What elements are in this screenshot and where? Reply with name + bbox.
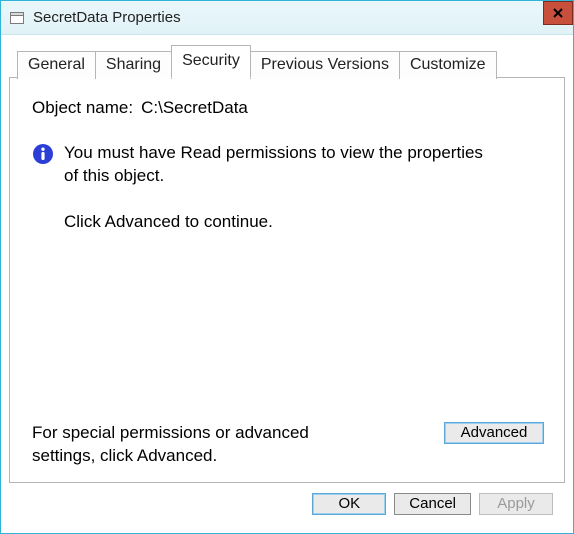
tab-previous-versions[interactable]: Previous Versions	[250, 51, 400, 79]
window-icon	[9, 10, 25, 26]
close-button[interactable]	[543, 1, 573, 25]
object-name-row: Object name: C:\SecretData	[32, 98, 544, 118]
tab-security[interactable]: Security	[171, 45, 251, 78]
advanced-note: For special permissions or advanced sett…	[32, 422, 372, 468]
object-name-value: C:\SecretData	[141, 98, 248, 118]
apply-button[interactable]: Apply	[479, 493, 553, 515]
tab-general[interactable]: General	[17, 51, 96, 79]
tabpage-security: Object name: C:\SecretData You must have…	[9, 77, 565, 483]
advanced-row: For special permissions or advanced sett…	[32, 422, 544, 468]
info-continue: Click Advanced to continue.	[64, 212, 544, 232]
cancel-button[interactable]: Cancel	[394, 493, 471, 515]
info-icon	[32, 143, 54, 165]
info-row: You must have Read permissions to view t…	[32, 142, 544, 188]
window-title: SecretData Properties	[33, 9, 181, 26]
client-area: General Sharing Security Previous Versio…	[1, 35, 573, 533]
advanced-button[interactable]: Advanced	[444, 422, 544, 444]
titlebar[interactable]: SecretData Properties	[1, 1, 573, 35]
properties-dialog: SecretData Properties General Sharing Se…	[0, 0, 574, 534]
info-message: You must have Read permissions to view t…	[64, 142, 494, 188]
tab-sharing[interactable]: Sharing	[95, 51, 172, 79]
object-name-label: Object name:	[32, 98, 133, 118]
ok-button[interactable]: OK	[312, 493, 386, 515]
spacer	[32, 232, 544, 422]
dialog-buttons: OK Cancel Apply	[9, 483, 565, 525]
tabstrip: General Sharing Security Previous Versio…	[17, 45, 565, 77]
tab-customize[interactable]: Customize	[399, 51, 497, 79]
